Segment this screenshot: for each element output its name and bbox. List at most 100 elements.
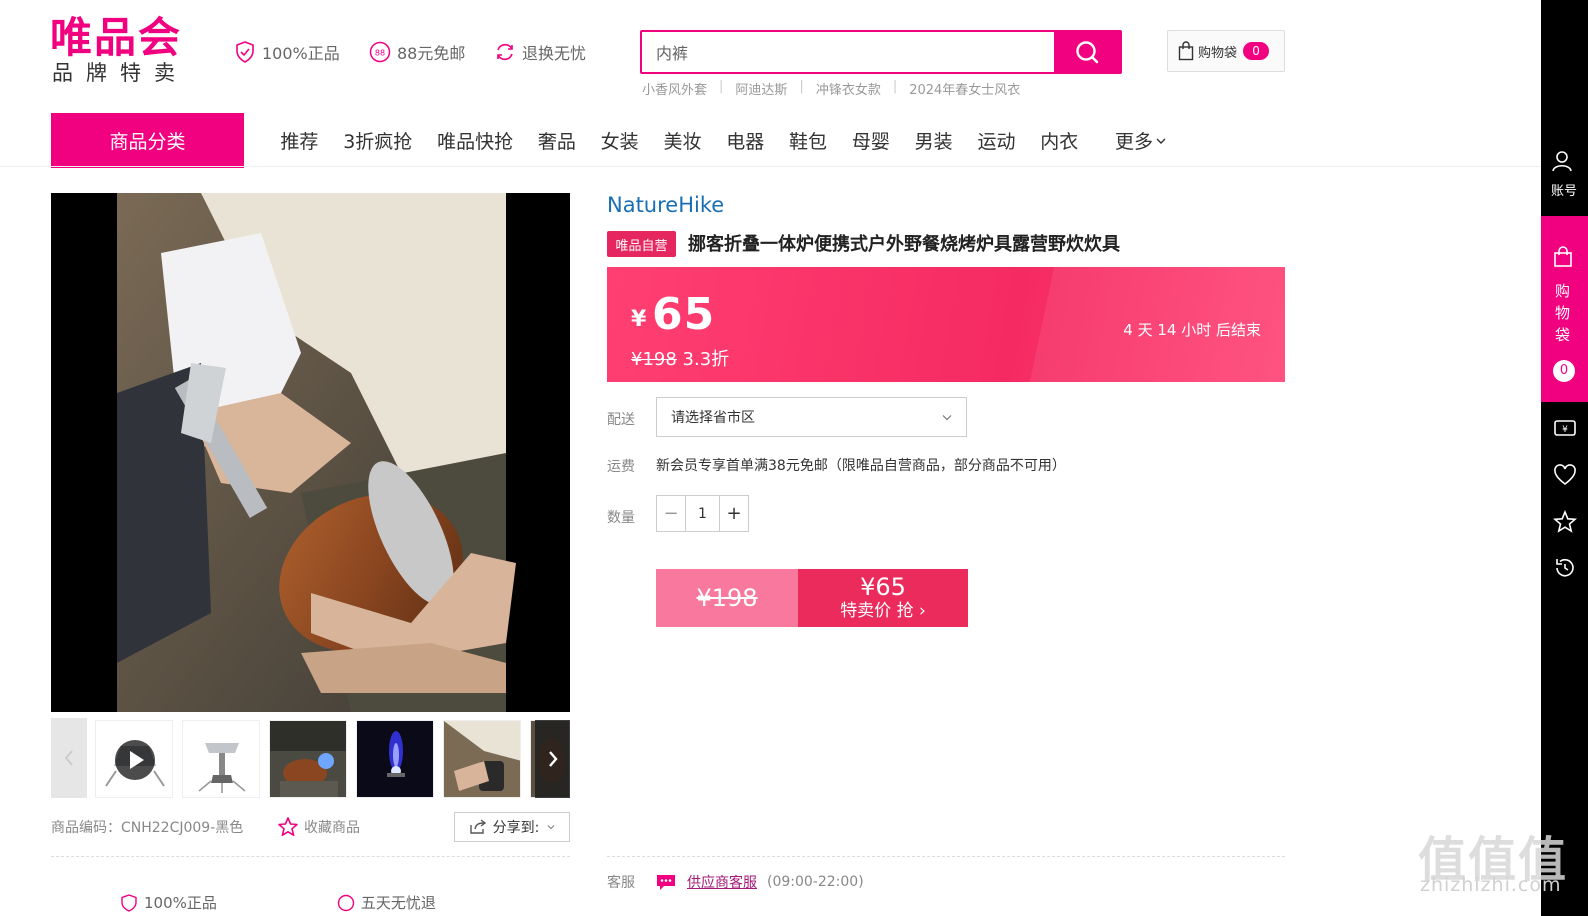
nav-item-sports[interactable]: 运动: [965, 127, 1028, 154]
buy-button[interactable]: ¥198 ¥65 特卖价 抢 ›: [656, 569, 968, 627]
shopping-bag-icon: [1178, 41, 1194, 61]
sidebar-favorites[interactable]: [1553, 464, 1577, 490]
bottom-service-badges: 100%正品 五天无忧退: [120, 892, 436, 913]
region-select[interactable]: 请选择省市区: [656, 397, 967, 437]
thumbnail-image[interactable]: [182, 720, 260, 798]
product-main-image[interactable]: [51, 193, 570, 712]
nav-item-beauty[interactable]: 美妆: [651, 127, 714, 154]
delivery-label: 配送: [607, 412, 635, 428]
search-input[interactable]: [642, 32, 1054, 72]
thumbnail-video[interactable]: [95, 720, 173, 798]
quantity-decrease-button[interactable]: −: [657, 496, 685, 531]
sidebar-brand-collect[interactable]: [1552, 509, 1578, 538]
gallery-divider: [51, 856, 570, 857]
stove-hand-image: [444, 721, 520, 797]
hot-word[interactable]: 冲锋衣女款: [816, 79, 881, 98]
thumb-prev-button[interactable]: [51, 718, 87, 798]
promise-free-shipping-label: 88元免邮: [397, 44, 466, 63]
product-title: 挪客折叠一体炉便携式户外野餐烧烤炉具露营野炊炊具: [688, 234, 1120, 255]
original-price: ¥198: [631, 349, 677, 370]
thumbnail-image[interactable]: [443, 720, 521, 798]
currency-symbol: ¥: [631, 307, 647, 332]
buy-sale-price: ¥65: [860, 573, 906, 601]
blue-flame-image: [357, 721, 433, 797]
svg-text:88: 88: [375, 49, 385, 58]
cart-button[interactable]: 购物袋 0: [1167, 30, 1285, 72]
nav-item-baby[interactable]: 母婴: [839, 127, 902, 154]
caret-down-icon: [547, 825, 555, 830]
supplier-service-link[interactable]: 供应商客服: [687, 872, 757, 892]
search-button[interactable]: [1054, 32, 1120, 72]
thumbnail-image[interactable]: [269, 720, 347, 798]
sidebar-shopping-bag[interactable]: 购物袋 0: [1541, 216, 1588, 402]
thumb-next-button[interactable]: [535, 720, 570, 798]
history-icon: [1556, 558, 1574, 577]
hot-word[interactable]: 小香风外套: [642, 79, 707, 98]
promise-free-shipping: 88 88元免邮: [369, 40, 465, 64]
clock-icon: [337, 894, 355, 911]
nav-item-shoes-bags[interactable]: 鞋包: [777, 127, 840, 154]
nav-more[interactable]: 更多: [1103, 127, 1179, 154]
hot-word[interactable]: 阿迪达斯: [735, 79, 787, 98]
countdown-timer: 4 天 14 小时 后结束: [1123, 321, 1261, 339]
price-banner: ¥ 65 ¥198 3.3折 4 天 14 小时 后结束: [607, 267, 1285, 382]
main-nav: 推荐 3折疯抢 唯品快抢 奢品 女装 美妆 电器 鞋包 母婴 男装 运动 内衣 …: [268, 113, 1178, 168]
nav-more-label: 更多: [1115, 131, 1154, 153]
search-icon: [1076, 41, 1099, 64]
user-icon: [1552, 151, 1572, 172]
promise-return: 退换无忧: [494, 40, 586, 64]
star-icon: [278, 817, 298, 836]
shipping-info: 新会员专享首单满38元免邮（限唯品自营商品，部分商品不可用）: [656, 458, 1066, 474]
vip-logo[interactable]: 唯品会 品牌特卖: [50, 14, 202, 86]
promise-authentic-label: 100%正品: [262, 44, 340, 63]
sidebar-account-label: 账号: [1551, 184, 1578, 199]
search-bar: [640, 30, 1122, 74]
stove-product-image: [183, 721, 259, 797]
nav-item-recommend[interactable]: 推荐: [268, 127, 331, 154]
self-operated-tag: 唯品自营: [607, 231, 676, 257]
product-photo: [51, 193, 570, 712]
quantity-label: 数量: [607, 510, 635, 526]
nav-item-underwear[interactable]: 内衣: [1028, 127, 1091, 154]
chevron-right-icon: [548, 751, 558, 767]
promise-authentic: 100%正品: [234, 40, 340, 64]
watermark-url: zhizhizhi.com: [1420, 874, 1562, 896]
badge-return: 五天无忧退: [337, 892, 436, 913]
quantity-stepper: − 1 +: [656, 495, 749, 532]
nav-item-30-off[interactable]: 3折疯抢: [331, 127, 425, 154]
discount-rate: 3.3折: [682, 349, 730, 370]
nav-item-appliances[interactable]: 电器: [714, 127, 777, 154]
category-button[interactable]: 商品分类: [51, 113, 244, 168]
sidebar-history[interactable]: [1553, 556, 1577, 584]
nav-item-luxury[interactable]: 奢品: [525, 127, 588, 154]
sidebar-account[interactable]: 账号: [1551, 150, 1577, 199]
nav-item-men[interactable]: 男装: [902, 127, 965, 154]
chevron-left-icon: [64, 750, 73, 766]
shield-check-icon: [234, 41, 256, 63]
share-label: 分享到:: [492, 820, 540, 836]
favorite-button[interactable]: 收藏商品: [277, 816, 360, 838]
thumbnail-strip: [51, 718, 570, 798]
sidebar-coupon[interactable]: ¥: [1553, 418, 1577, 442]
shipping-label: 运费: [607, 459, 635, 475]
nav-item-women[interactable]: 女装: [588, 127, 651, 154]
badge-authentic: 100%正品: [120, 892, 217, 913]
quantity-increase-button[interactable]: +: [720, 496, 748, 531]
chevron-down-icon: [942, 414, 952, 420]
buy-action-text: 特卖价 抢 ›: [840, 601, 926, 621]
share-icon: [469, 819, 486, 834]
stove-thumbnail-image: [96, 721, 172, 797]
service-hours: (09:00-22:00): [767, 874, 864, 890]
brand-link[interactable]: NatureHike: [607, 193, 724, 217]
chevron-down-icon: [1156, 138, 1166, 144]
return-refresh-icon: [494, 41, 516, 63]
hot-word[interactable]: 2024年春女士风衣: [909, 79, 1020, 98]
svg-text:¥: ¥: [1562, 425, 1568, 435]
thumbnail-image[interactable]: [356, 720, 434, 798]
logo-main-text: 唯品会: [50, 13, 183, 62]
promise-return-label: 退换无忧: [522, 44, 587, 63]
sale-price: 65: [652, 289, 716, 340]
share-button[interactable]: 分享到:: [454, 812, 570, 842]
nav-item-flash-sale[interactable]: 唯品快抢: [425, 127, 526, 154]
quantity-value[interactable]: 1: [685, 496, 720, 531]
